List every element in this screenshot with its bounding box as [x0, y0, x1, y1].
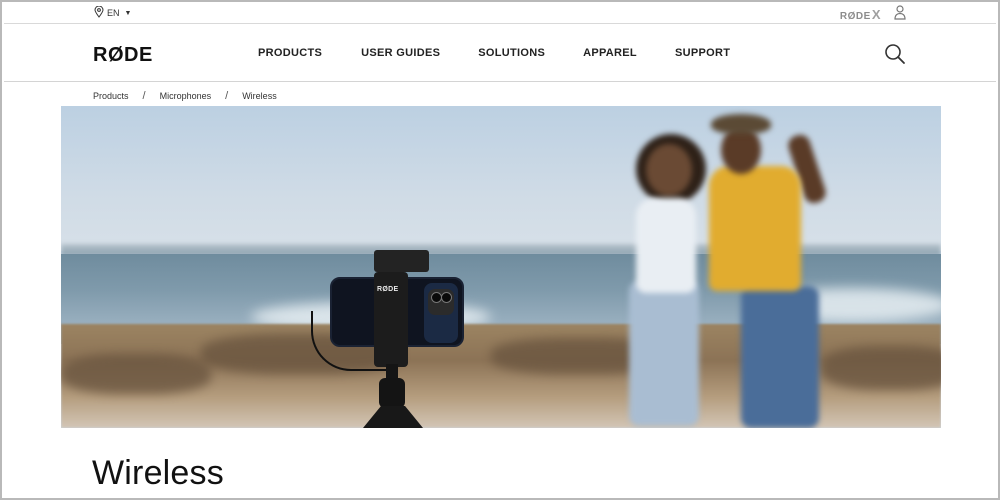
rodex-label: RØDE	[839, 11, 871, 22]
person-body	[636, 198, 696, 293]
nav-item-solutions[interactable]: SOLUTIONS	[478, 47, 545, 59]
search-icon[interactable]	[884, 43, 906, 70]
phone-clamp: RØDE	[374, 272, 408, 367]
chevron-down-icon: ▼	[124, 9, 132, 17]
breadcrumb-microphones[interactable]: Microphones	[160, 91, 212, 101]
main-navigation: RØDE PRODUCTS USER GUIDES SOLUTIONS APPA…	[4, 25, 996, 82]
person-hat	[711, 114, 771, 134]
person-legs	[741, 286, 819, 428]
nav-item-support[interactable]: SUPPORT	[675, 47, 730, 59]
person-head	[646, 144, 692, 196]
nav-item-products[interactable]: PRODUCTS	[258, 47, 322, 59]
hero-rock	[821, 346, 941, 390]
breadcrumb: Products / Microphones / Wireless	[93, 90, 277, 102]
breadcrumb-separator: /	[225, 90, 229, 102]
person-legs	[629, 281, 699, 426]
rodex-suffix: X	[871, 7, 881, 22]
location-pin-icon	[94, 5, 104, 20]
nav-item-apparel[interactable]: APPAREL	[583, 47, 637, 59]
page-title: Wireless	[92, 454, 224, 492]
tripod-head	[379, 378, 405, 408]
browser-frame: EN ▼ RØDEX RØDE PRODUCTS USER GUIDES SOL…	[0, 0, 1000, 500]
wireless-receiver	[374, 250, 429, 272]
person-body	[709, 166, 801, 291]
hero-image: RØDE	[61, 106, 941, 428]
clamp-brand-label: RØDE	[377, 286, 399, 293]
user-icon[interactable]	[894, 5, 906, 25]
breadcrumb-products[interactable]: Products	[93, 91, 129, 101]
nav-links: PRODUCTS USER GUIDES SOLUTIONS APPAREL S…	[258, 47, 730, 59]
breadcrumb-separator: /	[142, 90, 146, 102]
nav-item-user-guides[interactable]: USER GUIDES	[361, 47, 440, 59]
hero-rock	[61, 354, 211, 394]
language-selector[interactable]: EN ▼	[94, 5, 132, 20]
breadcrumb-wireless: Wireless	[242, 91, 277, 101]
rodex-link[interactable]: RØDEX	[840, 7, 881, 22]
utility-bar: EN ▼ RØDEX	[4, 2, 996, 24]
phone-camera	[428, 289, 454, 315]
rode-logo[interactable]: RØDE	[93, 44, 153, 67]
language-label: EN	[107, 8, 120, 18]
